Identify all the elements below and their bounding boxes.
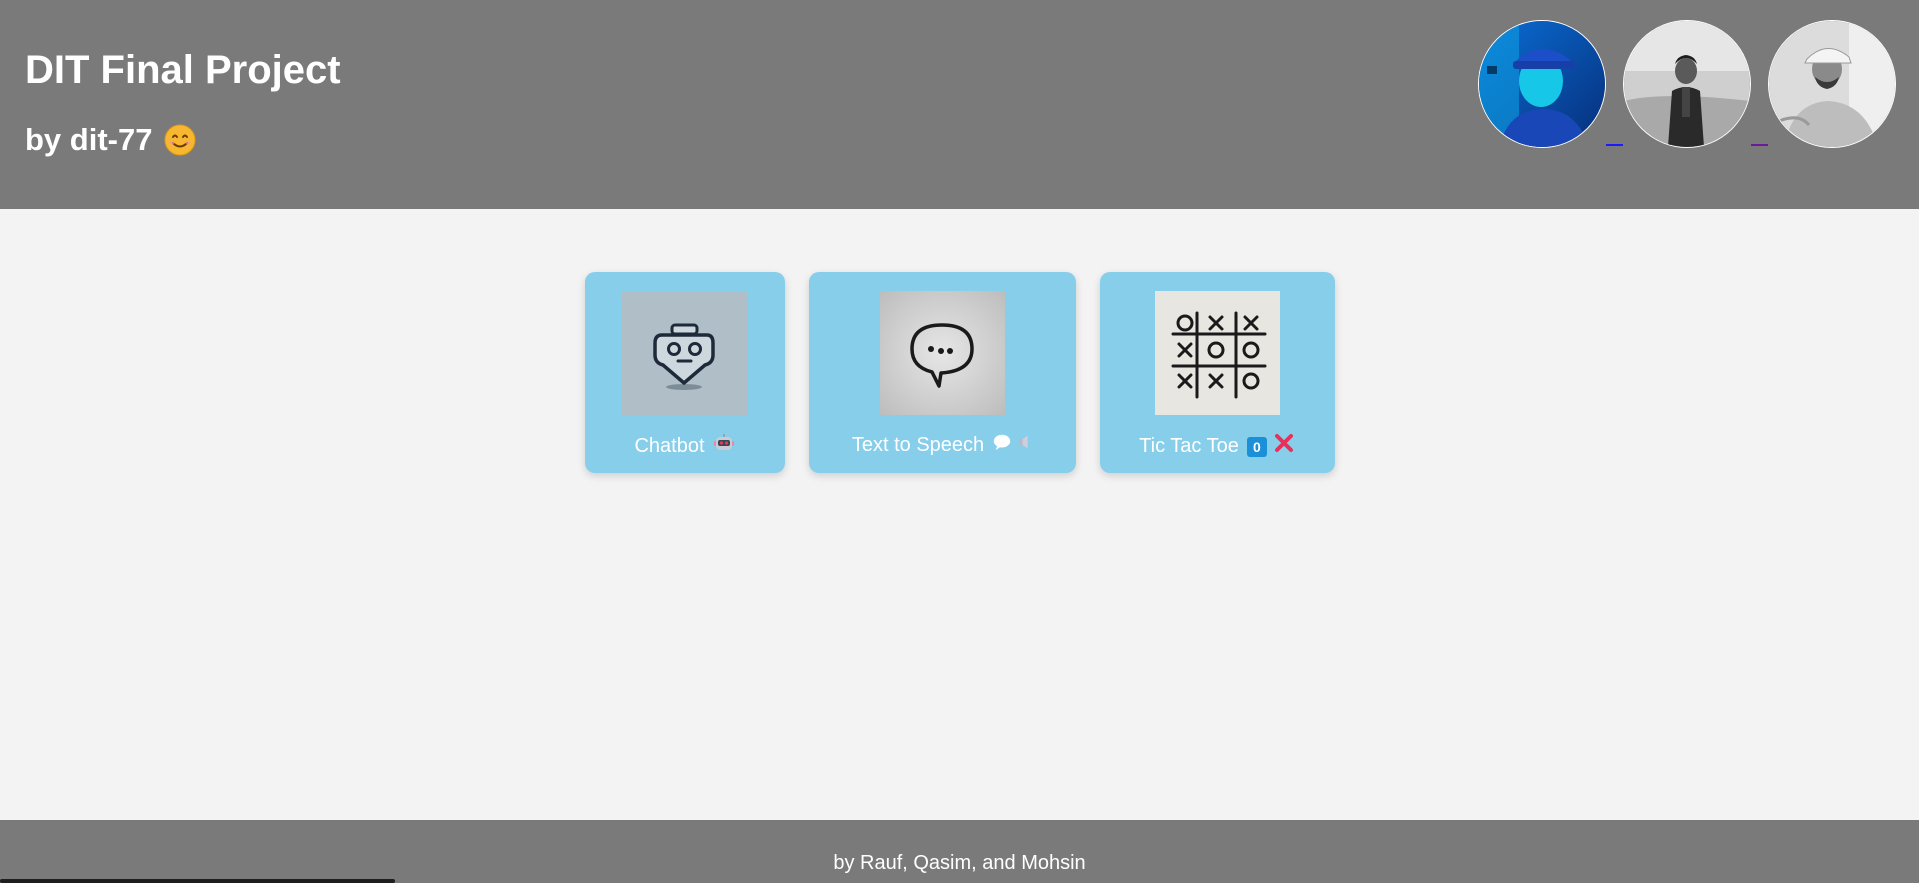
page-header: DIT Final Project by dit-77 [0, 0, 1919, 209]
tic-tac-toe-image [1154, 291, 1280, 415]
text-to-speech-image [879, 291, 1005, 415]
team-avatars [1478, 20, 1896, 148]
text-to-speech-label: Text to Speech [852, 432, 1032, 458]
card-title: Text to Speech [851, 433, 985, 456]
avatar-3 [1768, 20, 1896, 148]
zero-badge-icon: 0 [1246, 435, 1267, 458]
cross-mark-icon [1273, 432, 1295, 460]
speech-bubble-icon [992, 432, 1012, 458]
page-subtitle: by dit-77 [25, 118, 196, 162]
chatbot-image [622, 291, 747, 415]
horizontal-scrollbar[interactable] [0, 879, 395, 883]
avatar-link-1[interactable] [1478, 20, 1623, 148]
footer-credits: by Rauf, Qasim, and Mohsin [833, 852, 1086, 874]
text-to-speech-card[interactable]: Text to Speech [808, 272, 1076, 473]
smiling-face-icon [164, 124, 196, 156]
project-cards: Chatbot Text to Speech Tic Tac Toe 0 [0, 272, 1919, 473]
avatar-link-2[interactable] [1623, 20, 1768, 148]
subtitle-text: by dit-77 [25, 122, 153, 157]
speaker-icon [1016, 432, 1032, 458]
avatar-1 [1478, 20, 1606, 148]
link-underline [1606, 144, 1623, 146]
tic-tac-toe-label: Tic Tac Toe 0 [1139, 432, 1295, 460]
chatbot-label: Chatbot [634, 432, 734, 460]
chatbot-card[interactable]: Chatbot [584, 272, 785, 473]
page-title: DIT Final Project [25, 48, 341, 92]
card-title: Tic Tac Toe [1139, 434, 1239, 457]
zero-badge-text: 0 [1246, 436, 1267, 457]
card-title: Chatbot [634, 434, 705, 457]
avatar-link-3[interactable] [1768, 20, 1896, 148]
tic-tac-toe-card[interactable]: Tic Tac Toe 0 [1099, 272, 1335, 473]
link-underline [1751, 144, 1768, 146]
page-footer: by Rauf, Qasim, and Mohsin [0, 820, 1919, 883]
avatar-2 [1623, 20, 1751, 148]
robot-icon [713, 432, 735, 460]
